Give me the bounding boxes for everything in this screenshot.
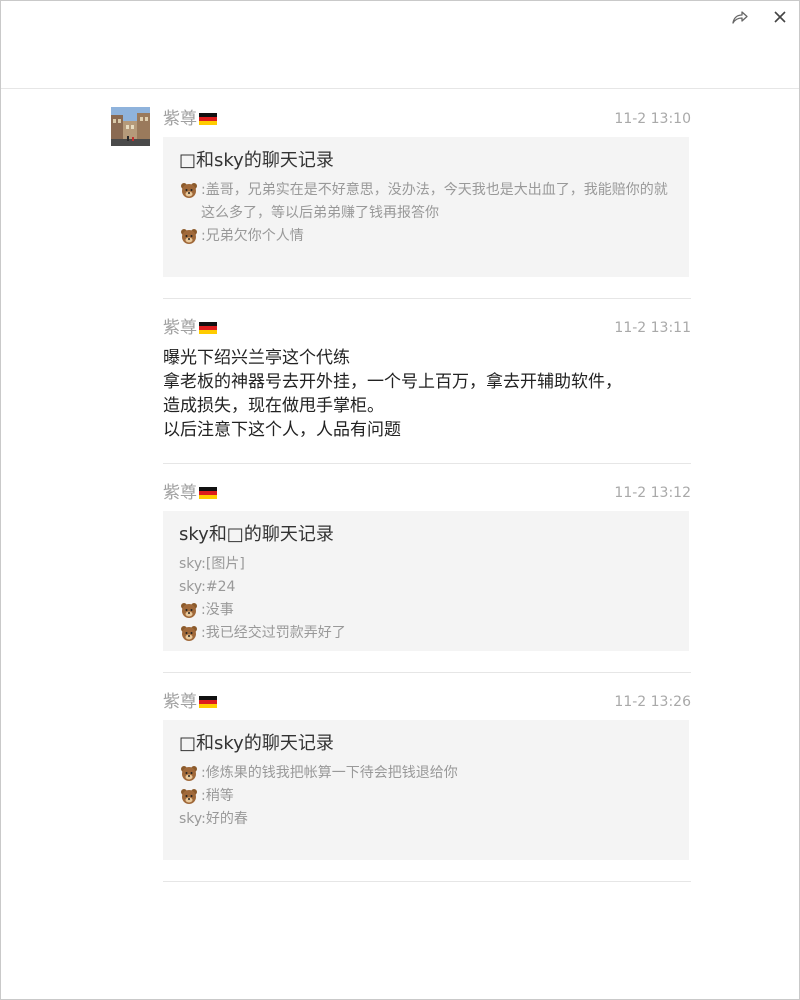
card-line: :没事	[179, 599, 673, 622]
germany-flag-icon	[199, 322, 217, 334]
message-item: 紫尊 11-2 13:10 □和sky的聊天记录 :盖哥，兄弟实在是不好意思，没…	[163, 107, 691, 277]
message-time: 11-2 13:26	[614, 694, 691, 710]
sender-avatar[interactable]	[111, 107, 150, 146]
card-line: :盖哥，兄弟实在是不好意思，没办法，今天我也是大出血了，我能赔你的就这么多了，等…	[179, 179, 673, 225]
message-item: 紫尊 11-2 13:11 曝光下绍兴兰亭这个代练 拿老板的神器号去开外挂，一个…	[163, 316, 691, 440]
message-divider	[163, 672, 691, 673]
text-line: 拿老板的神器号去开外挂，一个号上百万，拿去开辅助软件，	[163, 372, 622, 392]
message-item: 紫尊 11-2 13:26 □和sky的聊天记录 :修炼果的钱我把帐算一下待会把…	[163, 690, 691, 860]
sender-label: 紫尊	[163, 692, 197, 712]
card-title: □和sky的聊天记录	[179, 150, 334, 171]
germany-flag-icon	[199, 113, 217, 125]
sender-label: 紫尊	[163, 483, 197, 503]
text-line: 以后注意下这个人，人品有问题	[163, 420, 401, 440]
card-line: sky:#24	[179, 579, 236, 595]
bear-emoji-icon	[181, 603, 197, 618]
germany-flag-icon	[199, 696, 217, 708]
sender-name[interactable]: 紫尊	[163, 107, 217, 131]
bear-emoji-icon	[181, 183, 197, 198]
message-text: 曝光下绍兴兰亭这个代练 拿老板的神器号去开外挂，一个号上百万，拿去开辅助软件， …	[163, 346, 691, 442]
card-line: sky:[图片]	[179, 556, 245, 572]
message-time: 11-2 13:11	[614, 320, 691, 336]
titlebar	[1, 1, 799, 89]
sender-label: 紫尊	[163, 109, 197, 129]
text-line: 曝光下绍兴兰亭这个代练	[163, 348, 350, 368]
message-time: 11-2 13:12	[614, 485, 691, 501]
sender-name[interactable]: 紫尊	[163, 481, 217, 505]
message-time: 11-2 13:10	[614, 111, 691, 127]
card-line: sky:好的春	[179, 811, 248, 827]
sender-label: 紫尊	[163, 318, 197, 338]
share-icon	[732, 11, 748, 24]
chat-history-window: 紫尊 11-2 13:10 □和sky的聊天记录 :盖哥，兄弟实在是不好意思，没…	[0, 0, 800, 1000]
message-divider	[163, 298, 691, 299]
message-item: 紫尊 11-2 13:12 sky和□的聊天记录 sky:[图片] sky:#2…	[163, 481, 691, 651]
bear-emoji-icon	[181, 789, 197, 804]
share-button[interactable]	[727, 5, 753, 29]
card-line: :兄弟欠你个人情	[179, 225, 673, 248]
bear-emoji-icon	[181, 626, 197, 641]
text-line: 造成损失，现在做甩手掌柜。	[163, 396, 384, 416]
sender-name[interactable]: 紫尊	[163, 690, 217, 714]
germany-flag-icon	[199, 487, 217, 499]
message-divider	[163, 881, 691, 882]
message-divider	[163, 463, 691, 464]
close-button[interactable]	[767, 5, 793, 29]
card-title: sky和□的聊天记录	[179, 524, 334, 545]
chat-record-card[interactable]: □和sky的聊天记录 :盖哥，兄弟实在是不好意思，没办法，今天我也是大出血了，我…	[163, 137, 689, 277]
chat-record-card[interactable]: □和sky的聊天记录 :修炼果的钱我把帐算一下待会把钱退给你 :稍等 sky:好…	[163, 720, 689, 860]
card-title: □和sky的聊天记录	[179, 733, 334, 754]
close-icon	[774, 11, 786, 23]
card-line: :修炼果的钱我把帐算一下待会把钱退给你	[179, 762, 673, 785]
bear-emoji-icon	[181, 766, 197, 781]
bear-emoji-icon	[181, 229, 197, 244]
card-line: :稍等	[179, 785, 673, 808]
sender-name[interactable]: 紫尊	[163, 316, 217, 340]
card-line: :我已经交过罚款弄好了	[179, 622, 673, 645]
chat-record-card[interactable]: sky和□的聊天记录 sky:[图片] sky:#24 :没事 :我已经交过罚款…	[163, 511, 689, 651]
